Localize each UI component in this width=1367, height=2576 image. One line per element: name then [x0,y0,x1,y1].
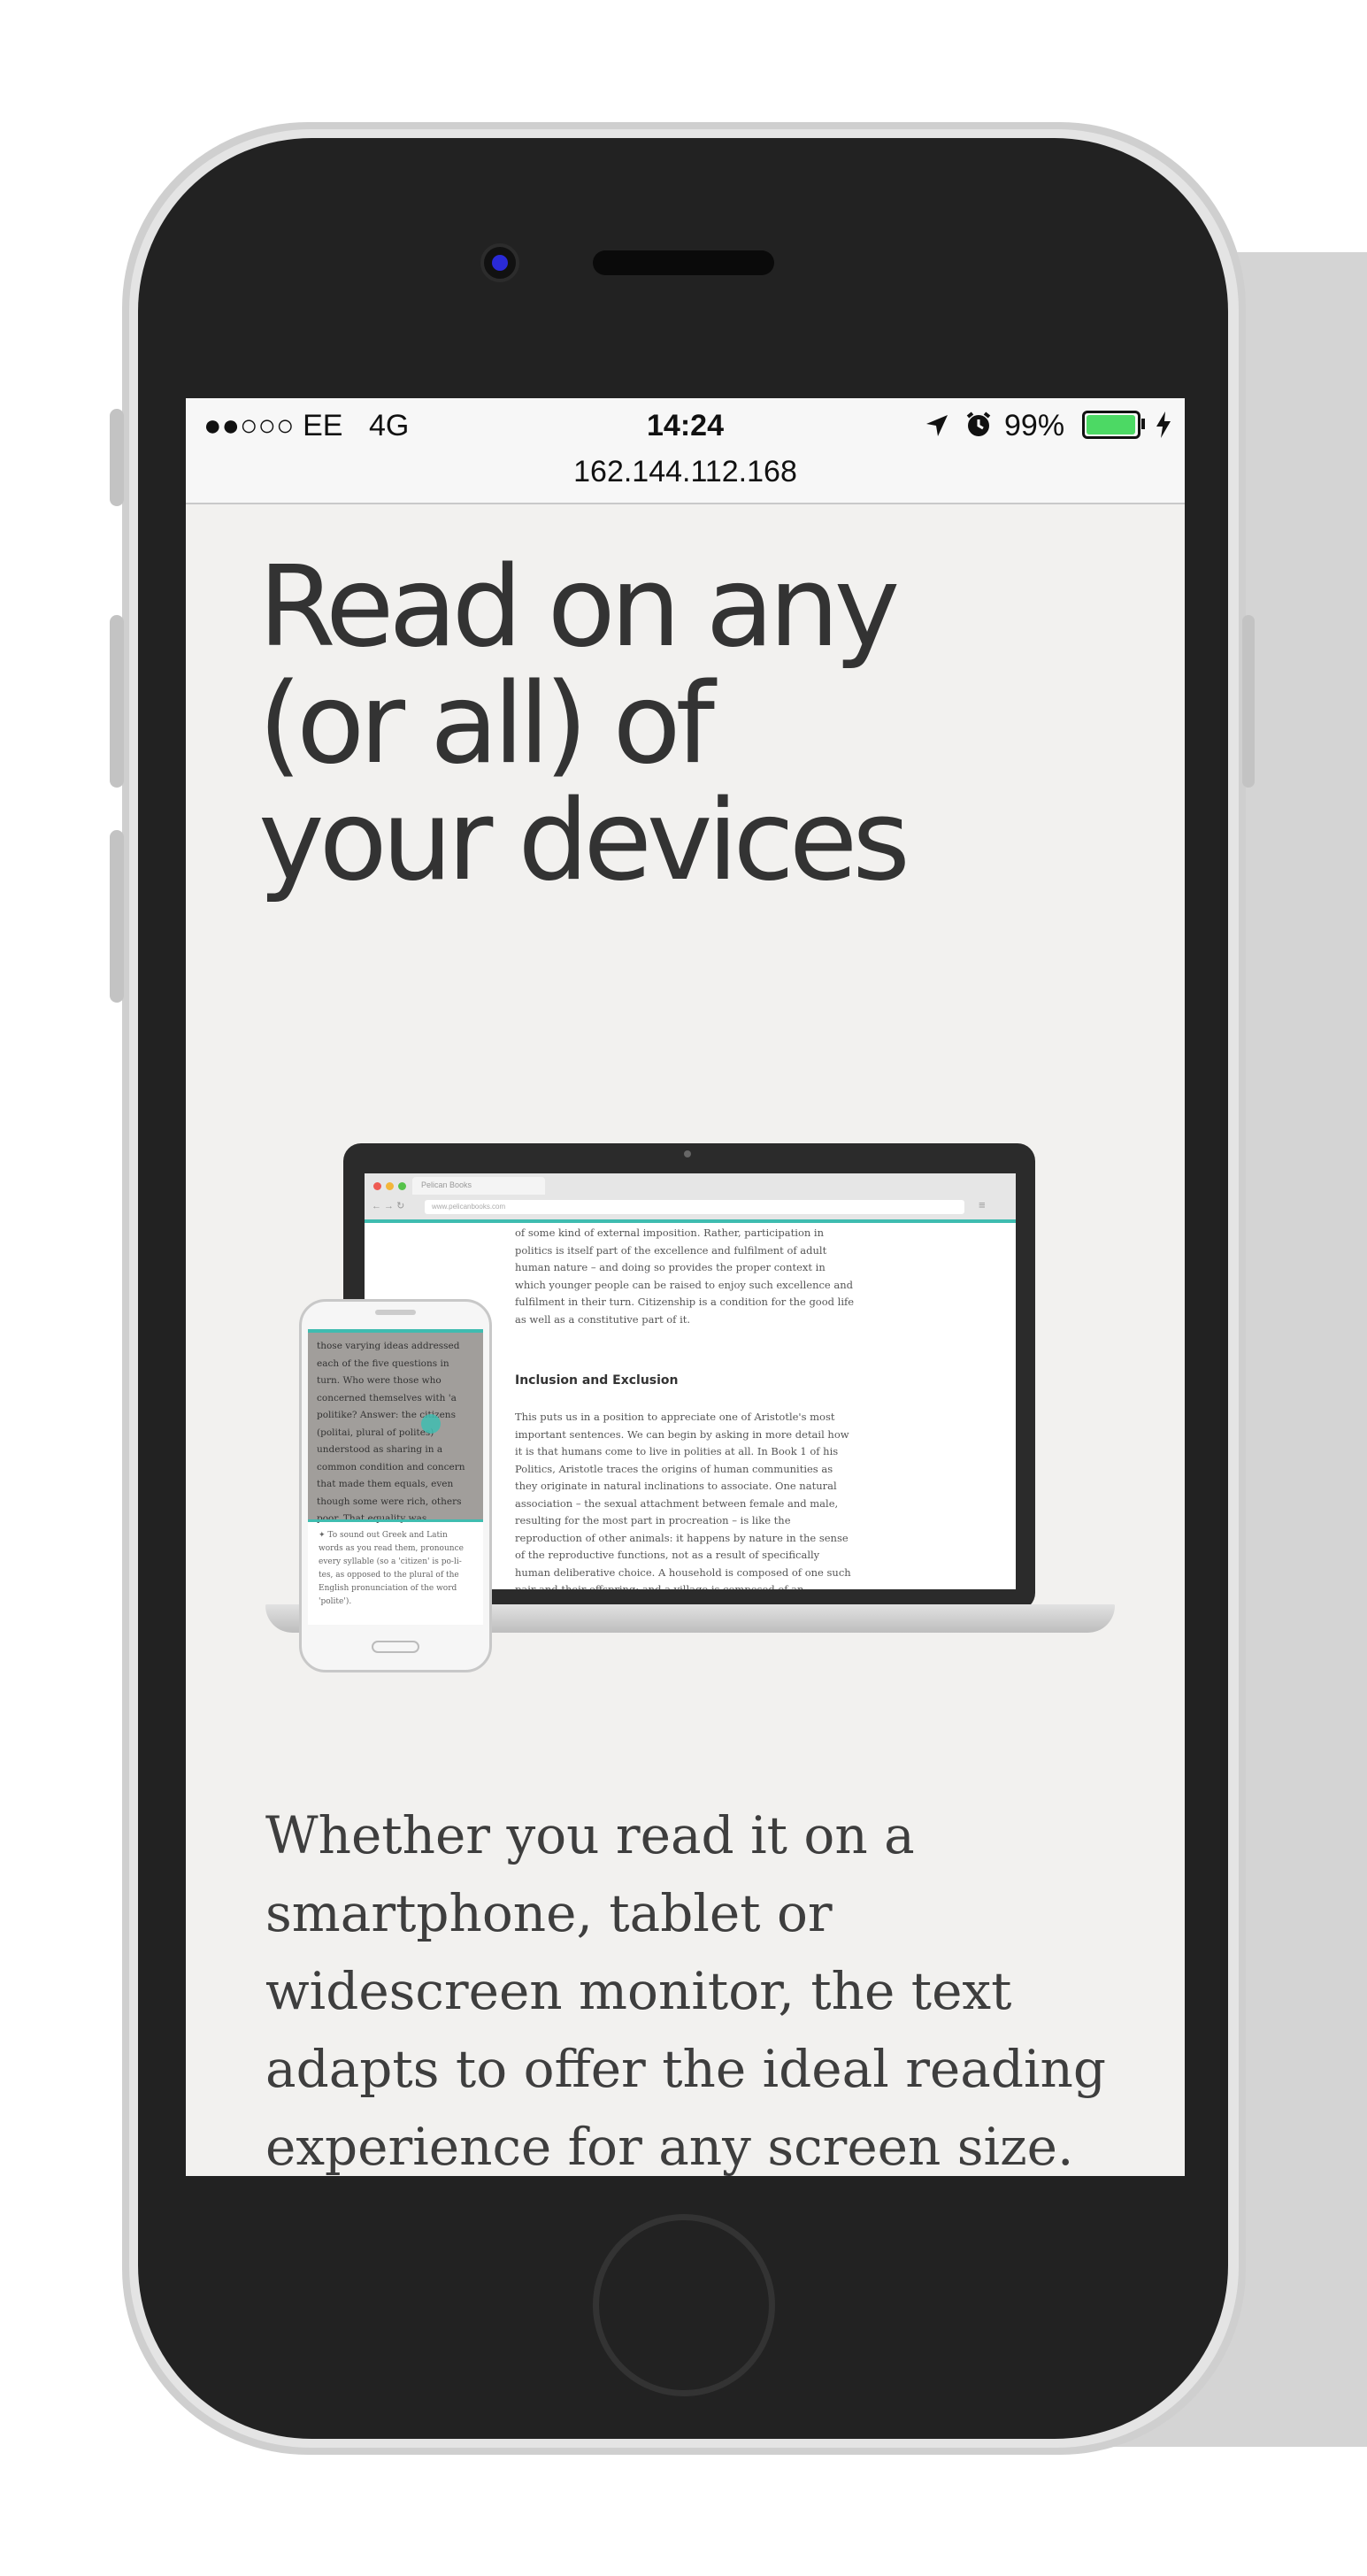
phone-screen: ●●○○○ EE 4G 14:24 99% 162.144.112.168 Re… [186,398,1185,2176]
camera-lens [492,255,508,271]
laptop-section-heading: Inclusion and Exclusion [515,1373,679,1388]
zoom-dot-icon [398,1182,406,1190]
mini-phone-home-button [372,1641,419,1653]
mini-phone-speaker [375,1310,416,1315]
power-button [1242,615,1255,788]
volume-down-button [110,830,124,1003]
browser-address: www.pelicanbooks.com [425,1200,964,1214]
mute-switch [110,409,124,506]
tap-indicator-icon [421,1414,441,1434]
laptop-paragraph-2: This puts us in a position to appreciate… [515,1411,851,1589]
earpiece-speaker [593,250,774,275]
mini-phone-footnote: ✦ To sound out Greek and Latin words as … [308,1519,483,1625]
mini-phone-screen: those varying ideas addressed each of th… [308,1329,483,1625]
laptop-paragraph-1: of some kind of external imposition. Rat… [515,1226,855,1326]
minimize-dot-icon [386,1182,394,1190]
browser-nav-icons: ← → ↻ [372,1201,405,1211]
feature-description: Whether you read it on a smartphone, tab… [265,1805,1106,2176]
mini-phone-text: those varying ideas addressed each of th… [308,1329,483,1524]
laptop-camera [684,1150,691,1157]
close-dot-icon [373,1182,381,1190]
home-button[interactable] [593,2214,775,2396]
volume-up-button [110,615,124,788]
browser-menu-icon: ≡ [979,1198,986,1211]
browser-tab: Pelican Books [412,1177,545,1195]
browser-toolbar: Pelican Books ← → ↻ www.pelicanbooks.com… [365,1173,1016,1223]
